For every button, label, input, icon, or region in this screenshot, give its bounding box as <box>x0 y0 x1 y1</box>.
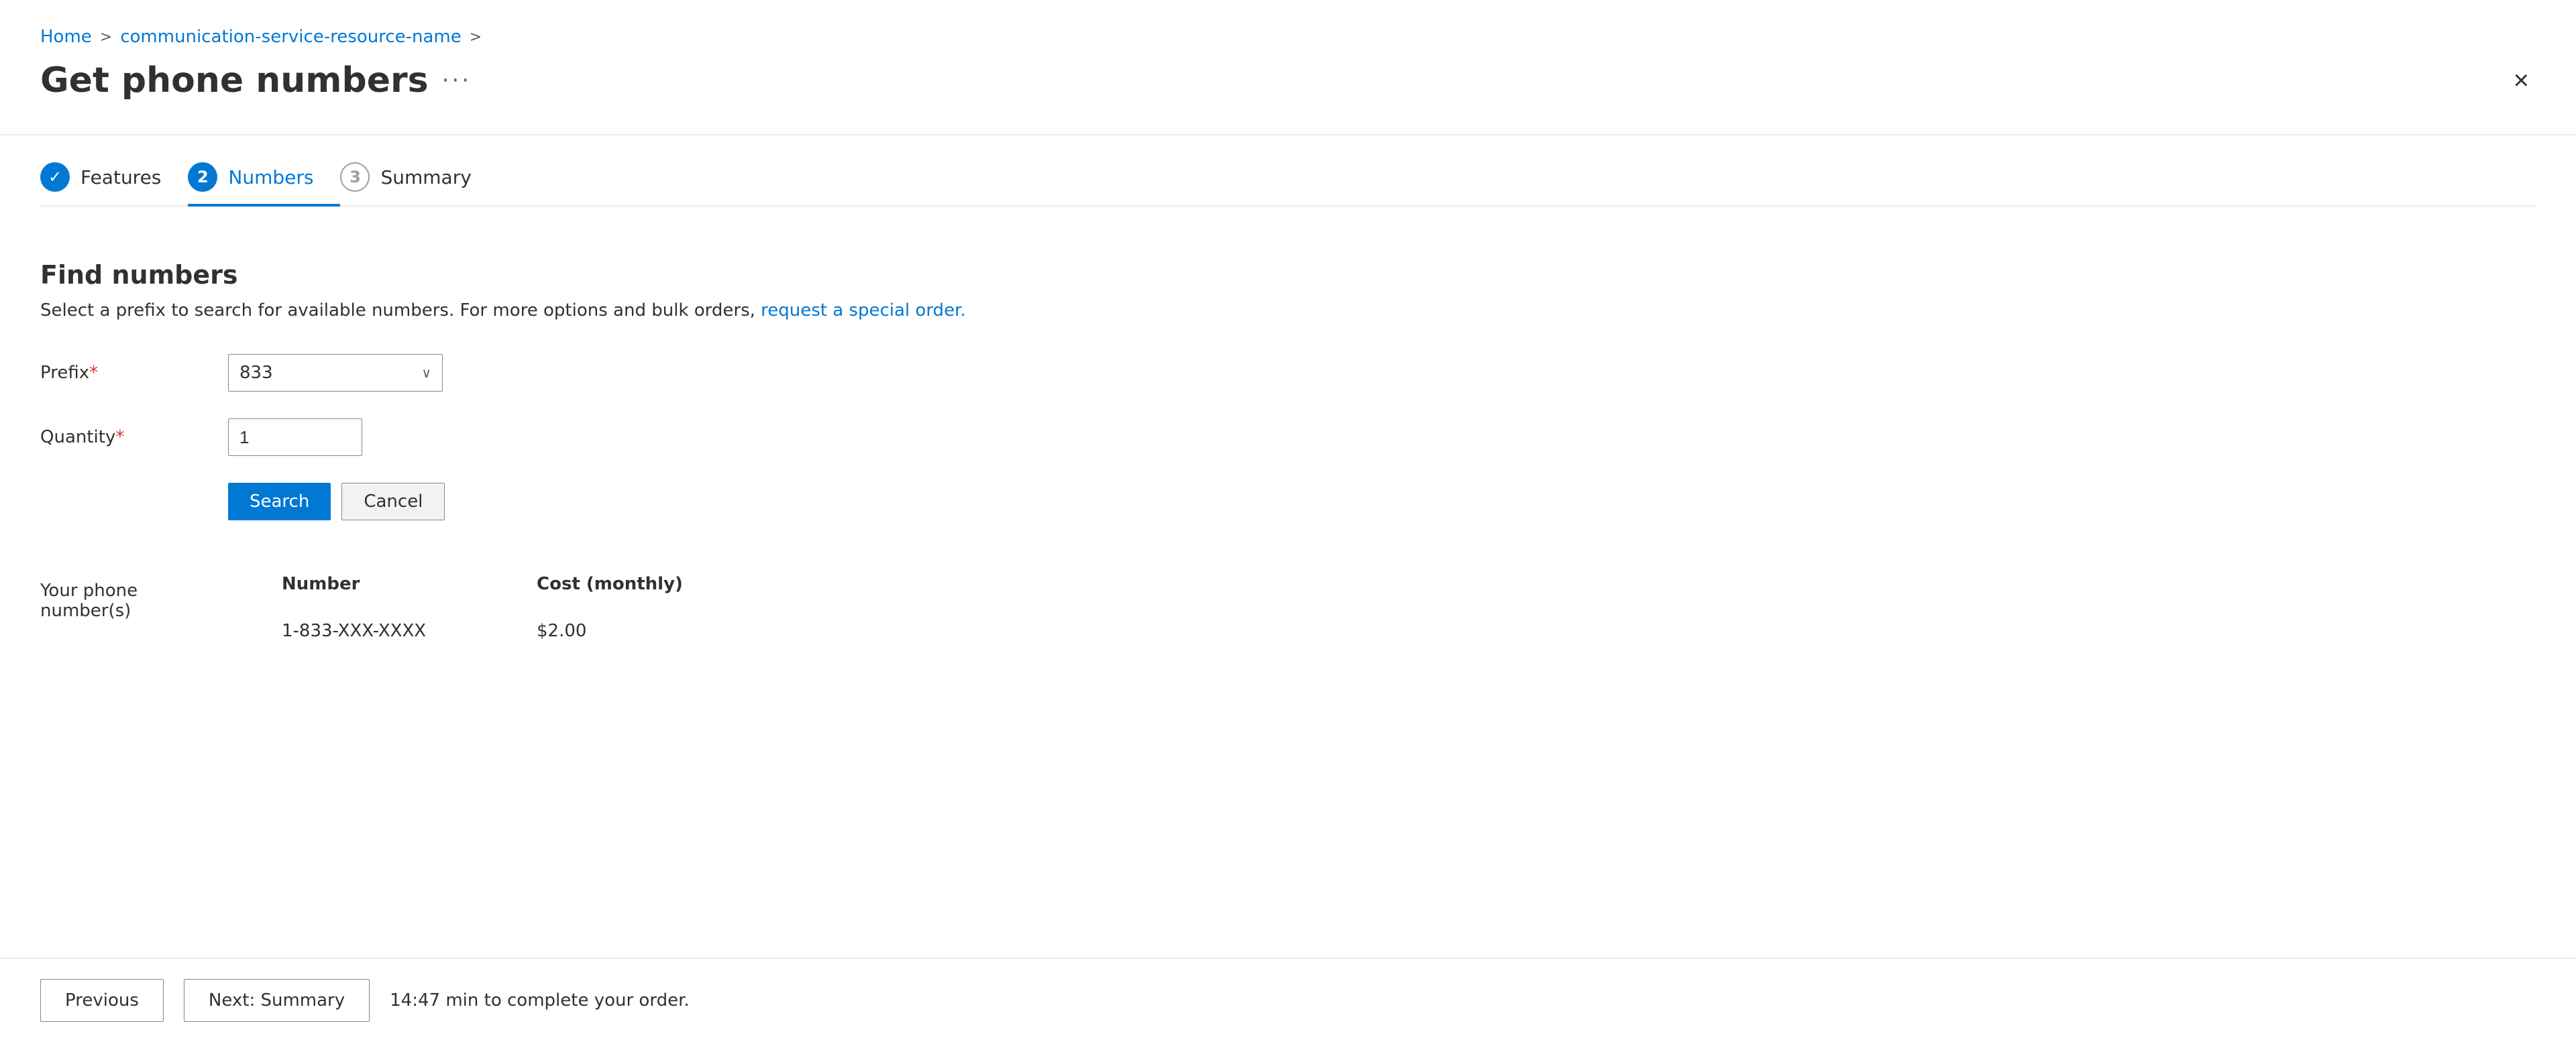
breadcrumb-resource[interactable]: communication-service-resource-name <box>120 27 462 47</box>
previous-button[interactable]: Previous <box>40 979 164 1022</box>
page-title: Get phone numbers <box>40 60 429 101</box>
phone-cost-value: $2.00 <box>537 621 711 641</box>
prefix-dropdown[interactable]: 833 ∨ <box>228 354 443 392</box>
table-row: 1-833-XXX-XXXX $2.00 <box>282 610 2536 652</box>
close-button[interactable]: × <box>2507 60 2536 101</box>
breadcrumb-separator-2: > <box>470 29 482 46</box>
phone-numbers-table: Number Cost (monthly) 1-833-XXX-XXXX $2.… <box>282 574 2536 652</box>
time-note: 14:47 min to complete your order. <box>390 990 690 1010</box>
column-number-header: Number <box>282 574 456 594</box>
main-content: Find numbers Select a prefix to search f… <box>40 240 2536 1042</box>
breadcrumb: Home > communication-service-resource-na… <box>40 27 2536 47</box>
column-cost-header: Cost (monthly) <box>537 574 711 594</box>
prefix-form-group: Prefix* 833 ∨ <box>40 354 2536 392</box>
step-2-circle: 2 <box>188 162 217 192</box>
next-summary-button[interactable]: Next: Summary <box>184 979 370 1022</box>
step-summary[interactable]: 3 Summary <box>340 149 498 205</box>
request-special-order-link[interactable]: request a special order. <box>761 300 966 321</box>
step-2-label: Numbers <box>228 166 313 188</box>
step-3-label: Summary <box>380 166 471 188</box>
step-features[interactable]: ✓ Features <box>40 149 188 205</box>
step-1-circle: ✓ <box>40 162 70 192</box>
quantity-label: Quantity* <box>40 427 228 447</box>
quantity-input[interactable] <box>228 418 362 456</box>
breadcrumb-home[interactable]: Home <box>40 27 92 47</box>
steps-container: ✓ Features 2 Numbers 3 Summary <box>40 135 2536 207</box>
page-header: Get phone numbers ··· × <box>40 60 2536 101</box>
prefix-label: Prefix* <box>40 363 228 383</box>
table-header: Number Cost (monthly) <box>282 574 2536 594</box>
find-numbers-description: Select a prefix to search for available … <box>40 300 2536 321</box>
more-options-button[interactable]: ··· <box>442 67 472 94</box>
description-text-before: Select a prefix to search for available … <box>40 300 755 321</box>
bottom-bar: Previous Next: Summary 14:47 min to comp… <box>0 958 2576 1042</box>
step-3-circle: 3 <box>340 162 370 192</box>
prefix-value: 833 <box>239 363 273 383</box>
find-numbers-title: Find numbers <box>40 260 2536 290</box>
cancel-button[interactable]: Cancel <box>341 483 445 520</box>
step-numbers[interactable]: 2 Numbers <box>188 149 340 205</box>
phone-number-value: 1-833-XXX-XXXX <box>282 621 456 641</box>
step-1-label: Features <box>80 166 161 188</box>
phone-numbers-label: Your phone number(s) <box>40 574 228 652</box>
chevron-down-icon: ∨ <box>421 365 431 381</box>
search-button[interactable]: Search <box>228 483 331 520</box>
search-button-group: Search Cancel <box>228 483 2536 520</box>
breadcrumb-separator-1: > <box>100 29 112 46</box>
quantity-form-group: Quantity* <box>40 418 2536 456</box>
phone-numbers-section: Your phone number(s) Number Cost (monthl… <box>40 574 2536 652</box>
